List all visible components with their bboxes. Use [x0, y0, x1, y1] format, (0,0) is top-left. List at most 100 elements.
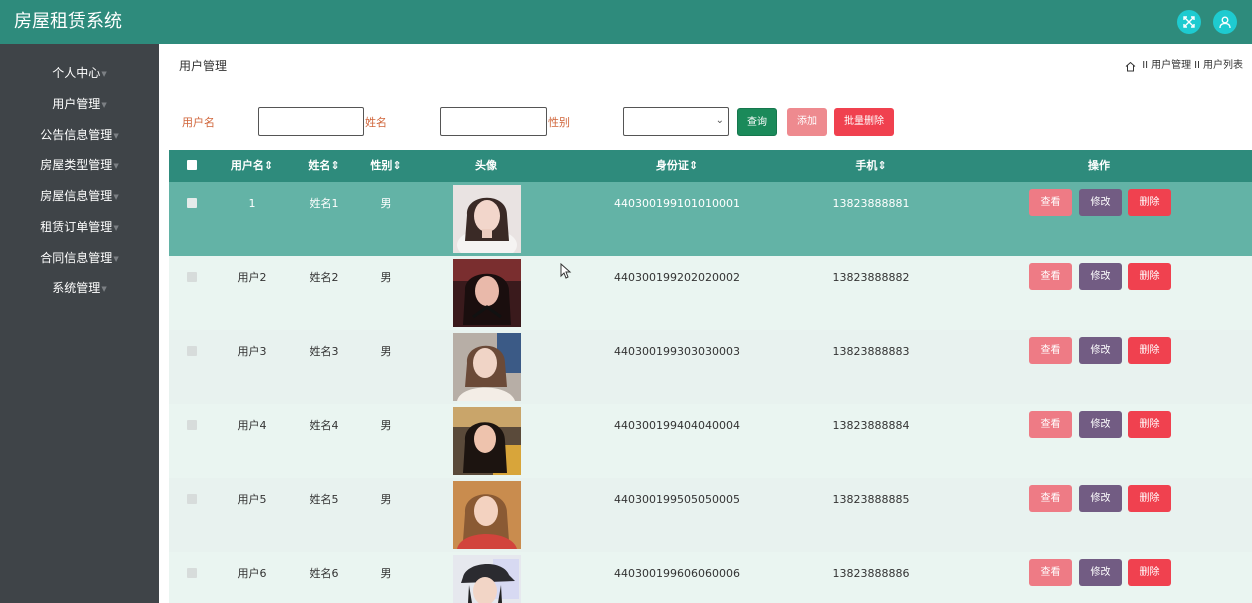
- column-header-gender[interactable]: 性别⇕: [370, 150, 401, 182]
- row-checkbox[interactable]: [187, 272, 197, 282]
- edit-button[interactable]: 修改: [1079, 337, 1122, 364]
- sidebar-item-contracts[interactable]: 合同信息管理▼: [0, 246, 159, 270]
- column-header-name[interactable]: 姓名⇕: [308, 150, 339, 182]
- cell-gender: 男: [380, 493, 392, 506]
- cell-phone: 13823888881: [832, 197, 910, 210]
- table-row[interactable]: 用户3 姓名3 男 440300199303030003 13823888883…: [169, 330, 1252, 404]
- select-all-checkbox[interactable]: [187, 160, 197, 170]
- sidebar-item-house-types[interactable]: 房屋类型管理▼: [0, 153, 159, 177]
- delete-button[interactable]: 删除: [1128, 559, 1171, 586]
- sidebar-item-house-info[interactable]: 房屋信息管理▼: [0, 184, 159, 208]
- username-label: 用户名: [182, 116, 215, 129]
- column-label: 性别: [370, 159, 393, 172]
- cell-phone: 13823888885: [832, 493, 910, 506]
- caret-down-icon: ▼: [113, 131, 119, 140]
- edit-button[interactable]: 修改: [1079, 559, 1122, 586]
- caret-down-icon: ▼: [101, 284, 107, 293]
- home-icon[interactable]: [1125, 61, 1136, 72]
- gender-select[interactable]: ⌄: [623, 107, 729, 136]
- name-label: 姓名: [365, 116, 387, 129]
- sidebar-item-announcements[interactable]: 公告信息管理▼: [0, 123, 159, 147]
- delete-button[interactable]: 删除: [1128, 485, 1171, 512]
- cell-name: 姓名6: [309, 567, 339, 580]
- sidebar-item-label: 合同信息管理: [40, 251, 113, 265]
- cell-username: 用户5: [237, 493, 267, 506]
- batch-delete-button[interactable]: 批量删除: [834, 108, 894, 136]
- chevron-down-icon: ⌄: [715, 115, 724, 126]
- breadcrumb-separator: II: [1142, 60, 1149, 71]
- edit-button[interactable]: 修改: [1079, 263, 1122, 290]
- cell-username: 用户6: [237, 567, 267, 580]
- sidebar-item-system[interactable]: 系统管理▼: [0, 276, 159, 300]
- cell-id-card: 440300199505050005: [614, 493, 740, 506]
- avatar-photo: [453, 407, 521, 475]
- caret-down-icon: ▼: [113, 161, 119, 170]
- row-checkbox[interactable]: [187, 568, 197, 578]
- table-row[interactable]: 用户5 姓名5 男 440300199505050005 13823888885…: [169, 478, 1252, 552]
- caret-down-icon: ▼: [101, 100, 107, 109]
- cell-name: 姓名5: [309, 493, 339, 506]
- user-table: 用户名⇕ 姓名⇕ 性别⇕ 头像 身份证⇕ 手机⇕ 操作 1 姓名1 男 4403…: [169, 150, 1252, 603]
- column-header-id-card[interactable]: 身份证⇕: [656, 150, 698, 182]
- table-row[interactable]: 用户2 姓名2 男 440300199202020002 13823888882…: [169, 256, 1252, 330]
- cell-username: 用户4: [237, 419, 267, 432]
- caret-down-icon: ▼: [113, 223, 119, 232]
- table-row[interactable]: 1 姓名1 男 440300199101010001 13823888881 查…: [169, 182, 1252, 256]
- breadcrumb-item: 用户列表: [1203, 60, 1243, 71]
- view-button[interactable]: 查看: [1029, 485, 1072, 512]
- table-header: 用户名⇕ 姓名⇕ 性别⇕ 头像 身份证⇕ 手机⇕ 操作: [169, 150, 1252, 182]
- edit-button[interactable]: 修改: [1079, 485, 1122, 512]
- breadcrumb-item[interactable]: 用户管理: [1151, 58, 1191, 74]
- sort-icon: ⇕: [688, 159, 699, 172]
- view-button[interactable]: 查看: [1029, 411, 1072, 438]
- column-label: 用户名: [230, 159, 264, 172]
- avatar-photo: [453, 333, 521, 401]
- view-button[interactable]: 查看: [1029, 189, 1072, 216]
- column-header-phone[interactable]: 手机⇕: [855, 150, 886, 182]
- avatar-photo: [453, 259, 521, 327]
- edit-button[interactable]: 修改: [1079, 189, 1122, 216]
- caret-down-icon: ▼: [101, 69, 107, 78]
- view-button[interactable]: 查看: [1029, 337, 1072, 364]
- delete-button[interactable]: 删除: [1128, 411, 1171, 438]
- row-checkbox[interactable]: [187, 420, 197, 430]
- sidebar-item-label: 租赁订单管理: [40, 220, 113, 234]
- breadcrumb-separator: II: [1194, 60, 1200, 71]
- row-checkbox[interactable]: [187, 346, 197, 356]
- cell-phone: 13823888884: [832, 419, 910, 432]
- view-button[interactable]: 查看: [1029, 263, 1072, 290]
- username-input[interactable]: [258, 107, 364, 136]
- caret-down-icon: ▼: [113, 192, 119, 201]
- delete-button[interactable]: 删除: [1128, 189, 1171, 216]
- row-checkbox[interactable]: [187, 494, 197, 504]
- name-input[interactable]: [440, 107, 547, 136]
- cell-username: 1: [248, 197, 256, 210]
- cell-name: 姓名2: [309, 271, 339, 284]
- cell-gender: 男: [380, 567, 392, 580]
- sidebar-item-rental-orders[interactable]: 租赁订单管理▼: [0, 215, 159, 239]
- sidebar-item-label: 房屋信息管理: [40, 189, 113, 203]
- cell-id-card: 440300199606060006: [614, 567, 740, 580]
- table-row[interactable]: 用户4 姓名4 男 440300199404040004 13823888884…: [169, 404, 1252, 478]
- add-button[interactable]: 添加: [787, 108, 827, 136]
- cell-gender: 男: [380, 271, 392, 284]
- edit-button[interactable]: 修改: [1079, 411, 1122, 438]
- sidebar-item-personal-center[interactable]: 个人中心▼: [0, 61, 159, 85]
- sort-icon: ⇕: [392, 159, 402, 172]
- column-header-username[interactable]: 用户名⇕: [231, 150, 273, 182]
- sidebar-item-user-management[interactable]: 用户管理▼: [0, 92, 159, 116]
- sidebar-item-label: 公告信息管理: [40, 128, 113, 142]
- avatar-photo: [453, 555, 521, 603]
- delete-button[interactable]: 删除: [1128, 337, 1171, 364]
- search-button[interactable]: 查询: [737, 108, 777, 136]
- delete-button[interactable]: 删除: [1128, 263, 1171, 290]
- row-checkbox[interactable]: [187, 198, 197, 208]
- fullscreen-icon[interactable]: [1177, 10, 1201, 34]
- table-row[interactable]: 用户6 姓名6 男 440300199606060006 13823888886…: [169, 552, 1252, 603]
- user-icon[interactable]: [1213, 10, 1237, 34]
- cell-name: 姓名3: [309, 345, 339, 358]
- sort-icon: ⇕: [330, 159, 340, 172]
- breadcrumb: II 用户管理 II 用户列表: [1125, 58, 1243, 74]
- view-button[interactable]: 查看: [1029, 559, 1072, 586]
- column-header-actions: 操作: [1088, 159, 1110, 172]
